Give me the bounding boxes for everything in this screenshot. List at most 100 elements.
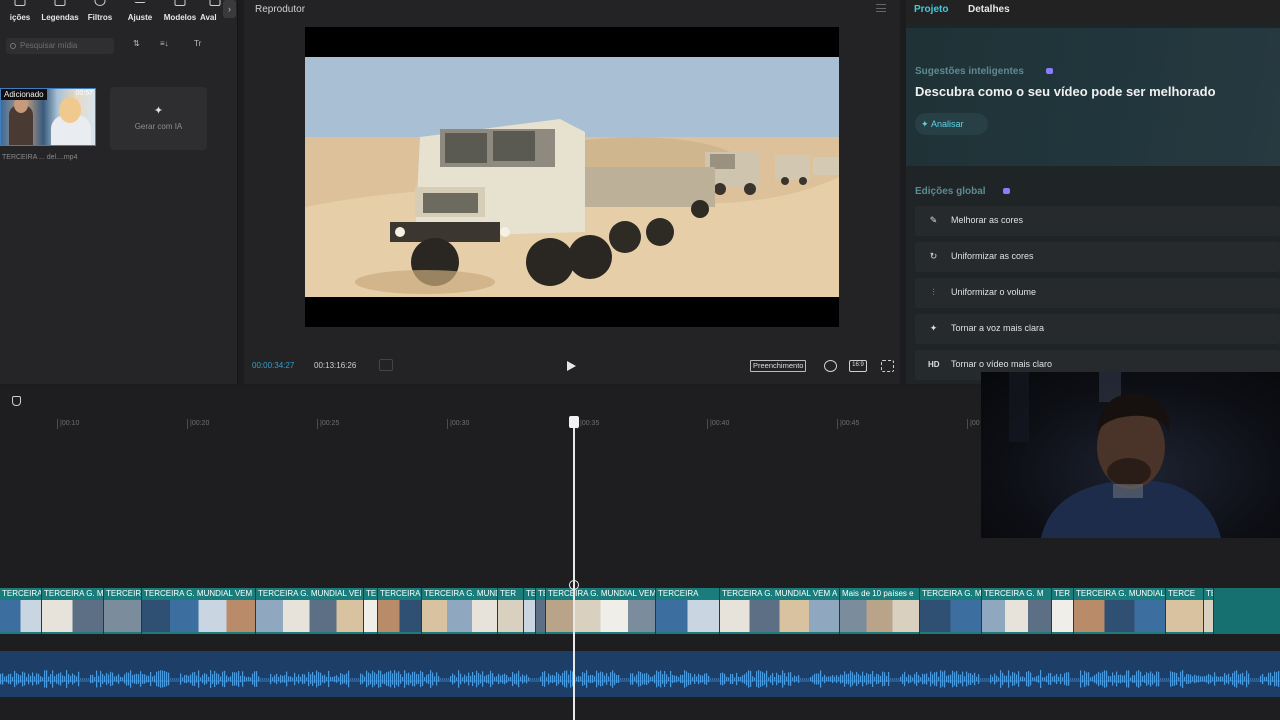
waveform-bar [328, 670, 330, 688]
analyze-button[interactable]: Analisar [915, 113, 988, 135]
waveform-bar [742, 675, 744, 683]
waveform-bar [272, 677, 274, 681]
tool-filters[interactable]: Filtros [80, 0, 120, 26]
fullscreen-icon[interactable] [881, 360, 894, 372]
aspect-ratio-button[interactable]: 16:9 [849, 360, 867, 372]
waveform-bar [1216, 676, 1218, 682]
timeline-clip[interactable]: TERCEIRA [104, 588, 142, 634]
marker-icon[interactable] [12, 396, 21, 406]
waveform-bar [898, 678, 900, 680]
tool-avatar[interactable]: Aval [200, 0, 221, 26]
tool-templates[interactable]: Modelos [160, 0, 200, 26]
media-clip-thumbnail[interactable]: Adicionado 00:57 [0, 88, 96, 146]
play-button[interactable] [567, 361, 576, 371]
video-track[interactable]: TERCEIRA G. MUNDITERCEIRA G. MTERCEIRATE… [0, 588, 1280, 634]
chevron-right-icon[interactable]: › [223, 0, 236, 18]
waveform-bar [1234, 671, 1236, 687]
waveform-bar [202, 674, 204, 684]
waveform-bar [868, 674, 870, 684]
timeline-clip[interactable]: TER [498, 588, 524, 634]
view-toggle-button[interactable]: ⇅ [133, 39, 140, 53]
tab-project[interactable]: Projeto [914, 4, 948, 15]
timeline-clip[interactable]: TERCEIRA G. MUNDIAL VEM [142, 588, 256, 634]
waveform-bar [1260, 675, 1262, 683]
timeline-clip[interactable]: TER [1052, 588, 1074, 634]
timeline-clip[interactable]: TE [536, 588, 546, 634]
waveform-bar [908, 674, 910, 684]
fill-mode-button[interactable]: Preenchimento [750, 360, 807, 372]
waveform-bar [1202, 676, 1204, 682]
generate-ai-button[interactable]: ✦ Gerar com IA [110, 87, 207, 150]
premium-gem-icon [1003, 188, 1010, 194]
timeline-clip[interactable]: TERCEIRA G. M [920, 588, 982, 634]
waveform-bar [866, 672, 868, 686]
timeline-clip[interactable]: TERCEIRA G. MUNDIAL V [422, 588, 498, 634]
timeline-clip[interactable]: TERCEIRA G. MUNDIAL VEM [546, 588, 656, 634]
waveform-bar [1244, 676, 1246, 682]
waveform-bar [1032, 677, 1034, 681]
menu-icon[interactable] [876, 4, 886, 12]
waveform-bar [624, 678, 626, 680]
waveform-bar [394, 670, 396, 688]
waveform-bar [860, 675, 862, 683]
waveform-bar [124, 674, 126, 684]
waveform-bar [910, 675, 912, 683]
waveform-bar [158, 671, 160, 687]
enhance-colors-button[interactable]: ✎ Melhorar as cores [915, 206, 1280, 236]
tool-transitions[interactable]: ições [0, 0, 40, 26]
clear-voice-button[interactable]: ✦ Tornar a voz mais clara [915, 314, 1280, 344]
tool-captions[interactable]: Legendas [40, 0, 80, 26]
tool-adjust[interactable]: Ajuste [120, 0, 160, 26]
waveform-bar [458, 670, 460, 688]
waveform-bar [194, 671, 196, 687]
waveform-bar [1276, 672, 1278, 686]
timecode-icon[interactable] [379, 359, 393, 371]
waveform-bar [1018, 671, 1020, 687]
normalize-volume-button[interactable]: ⫶ Uniformizar o volume [915, 278, 1280, 308]
waveform-bar [518, 670, 520, 688]
waveform-bar [326, 676, 328, 682]
timeline-clip[interactable]: Mais de 10 países e [840, 588, 920, 634]
timeline-clip[interactable]: TERCEIRA G. MUNDIAL VEM A [720, 588, 840, 634]
timeline-clip[interactable]: TERCE [1166, 588, 1204, 634]
waveform-bar [1094, 675, 1096, 683]
timeline-clip[interactable]: TERCEIRA [656, 588, 720, 634]
waveform-bar [596, 670, 598, 688]
audio-track[interactable] [0, 651, 1280, 697]
tab-details[interactable]: Detalhes [968, 4, 1010, 15]
timeline-clip[interactable]: TERCEIRA G. M [982, 588, 1052, 634]
match-colors-button[interactable]: ↻ Uniformizar as cores [915, 242, 1280, 272]
waveform-bar [24, 672, 26, 686]
timeline-clip[interactable]: TERCEIRA [378, 588, 422, 634]
search-input[interactable]: Pesquisar mídia [6, 38, 114, 54]
type-filter-button[interactable]: Tr [194, 39, 201, 53]
waveform-bar [8, 674, 10, 684]
waveform-bar [1132, 675, 1134, 683]
clip-frames [104, 600, 141, 632]
waveform-bar [756, 671, 758, 687]
waveform-bar [382, 674, 384, 684]
waveform-bar [340, 672, 342, 686]
timeline-clip[interactable]: TERCEIRA G. MUNDIAL [1074, 588, 1166, 634]
playhead-handle[interactable] [569, 416, 579, 428]
waveform-bar [218, 673, 220, 685]
sort-button[interactable]: ≡↓ [160, 39, 169, 53]
playhead[interactable] [573, 418, 575, 720]
timeline-clip[interactable]: TERCEIRA G. MUNDIAL VEI [256, 588, 364, 634]
crop-icon[interactable] [824, 360, 837, 372]
split-icon[interactable] [569, 580, 579, 590]
timeline-clip[interactable]: TERCEIRA G. MUNDI [0, 588, 42, 634]
waveform-bar [114, 676, 116, 682]
timeline-clip[interactable]: TERCE [1204, 588, 1214, 634]
waveform-bar [422, 672, 424, 686]
timeline-clip[interactable]: TE [364, 588, 378, 634]
waveform-bar [1200, 676, 1202, 682]
video-preview[interactable] [305, 27, 839, 327]
waveform-bar [1208, 673, 1210, 685]
timeline-clip[interactable]: TER [524, 588, 536, 634]
clip-title: TERCEIRA G. MUNDIAL VEI [258, 589, 362, 598]
waveform-bar [254, 671, 256, 687]
waveform-bar [668, 676, 670, 682]
timeline-clip[interactable]: TERCEIRA G. M [42, 588, 104, 634]
waveform-bar [1062, 677, 1064, 681]
